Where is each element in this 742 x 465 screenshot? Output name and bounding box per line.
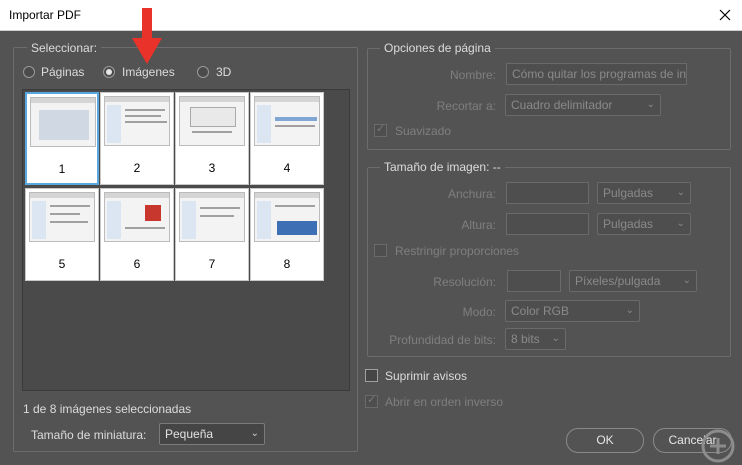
- thumbnail-4[interactable]: 4: [250, 92, 324, 185]
- name-field[interactable]: Cómo quitar los programas de in: [506, 63, 687, 85]
- radio-images-label[interactable]: Imágenes: [122, 65, 175, 79]
- radio-pages-label[interactable]: Páginas: [41, 65, 84, 79]
- thumb-size-value: Pequeña: [165, 427, 214, 441]
- close-button[interactable]: [712, 4, 738, 26]
- suppress-warnings-checkbox[interactable]: [365, 369, 378, 382]
- thumbnail-preview: [104, 192, 170, 242]
- width-unit-select[interactable]: Pulgadas ⌄: [597, 182, 691, 204]
- mode-select[interactable]: Color RGB ⌄: [505, 300, 640, 322]
- suppress-warnings-label[interactable]: Suprimir avisos: [385, 369, 467, 383]
- reverse-order-checkbox[interactable]: [365, 393, 378, 408]
- thumbnail-6[interactable]: 6: [100, 188, 174, 281]
- height-unit-value: Pulgadas: [603, 217, 654, 231]
- antialias-checkbox[interactable]: [374, 122, 387, 137]
- thumbnail-3[interactable]: 3: [175, 92, 249, 185]
- thumb-size-select[interactable]: Pequeña ⌄: [159, 423, 265, 445]
- thumbnail-preview: [179, 96, 245, 146]
- chevron-down-icon: ⌄: [682, 275, 691, 286]
- radio-pages[interactable]: [23, 66, 35, 78]
- width-field[interactable]: [506, 182, 589, 204]
- thumbnail-number: 3: [208, 161, 216, 175]
- radio-images[interactable]: [103, 66, 115, 78]
- chevron-down-icon: ⌄: [250, 428, 259, 439]
- bit-depth-select[interactable]: 8 bits ⌄: [505, 328, 566, 350]
- window-title: Importar PDF: [9, 8, 82, 22]
- constrain-label: Restringir proporciones: [395, 244, 520, 258]
- reverse-order-label: Abrir en orden inverso: [385, 395, 504, 409]
- height-field[interactable]: [506, 213, 589, 235]
- thumbnail-number: 1: [58, 162, 66, 176]
- chevron-down-icon: ⌄: [676, 218, 685, 229]
- resolution-field[interactable]: [507, 270, 561, 292]
- image-size-legend: Tamaño de imagen: --: [380, 160, 505, 174]
- thumbnail-preview: [30, 97, 96, 147]
- bit-depth-label: Profundidad de bits:: [389, 333, 496, 347]
- width-label: Anchura:: [447, 187, 496, 201]
- ok-button[interactable]: OK: [566, 428, 644, 453]
- thumbnail-number: 6: [133, 257, 141, 271]
- name-label: Nombre:: [449, 68, 496, 82]
- resolution-unit-value: Píxeles/pulgada: [575, 274, 661, 288]
- thumbnail-1[interactable]: 1: [25, 92, 99, 185]
- thumbnail-8[interactable]: 8: [250, 188, 324, 281]
- thumbnail-5[interactable]: 5: [25, 188, 99, 281]
- chevron-down-icon: ⌄: [625, 305, 634, 316]
- thumbnail-number: 8: [283, 257, 291, 271]
- chevron-down-icon: ⌄: [646, 99, 655, 110]
- thumb-size-label: Tamaño de miniatura:: [31, 428, 147, 442]
- thumbnail-number: 4: [283, 161, 291, 175]
- thumbnail-2[interactable]: 2: [100, 92, 174, 185]
- height-unit-select[interactable]: Pulgadas ⌄: [597, 213, 691, 235]
- mode-label: Modo:: [462, 305, 496, 319]
- thumbnail-number: 2: [133, 161, 141, 175]
- constrain-checkbox[interactable]: [374, 244, 387, 257]
- plus-logo-icon: [701, 429, 735, 463]
- thumbnail-grid: 1 2 3 4 5 6 7 8: [22, 89, 350, 391]
- bit-depth-value: 8 bits: [511, 332, 540, 346]
- crop-value: Cuadro delimitador: [511, 98, 613, 112]
- mode-value: Color RGB: [511, 304, 570, 318]
- height-label: Altura:: [461, 218, 496, 232]
- thumbnail-7[interactable]: 7: [175, 188, 249, 281]
- radio-3d[interactable]: [197, 66, 209, 78]
- thumbnail-preview: [179, 192, 245, 242]
- thumbnail-number: 5: [58, 257, 66, 271]
- resolution-unit-select[interactable]: Píxeles/pulgada ⌄: [569, 270, 697, 292]
- select-legend: Seleccionar:: [27, 41, 102, 55]
- red-arrow-icon: [132, 8, 162, 64]
- page-options-legend: Opciones de página: [380, 41, 495, 55]
- crop-label: Recortar a:: [436, 99, 496, 113]
- chevron-down-icon: ⌄: [551, 333, 560, 344]
- width-unit-value: Pulgadas: [603, 186, 654, 200]
- thumbnail-preview: [29, 192, 95, 242]
- thumbnail-preview: [254, 192, 320, 242]
- title-bar: Importar PDF: [0, 0, 742, 31]
- radio-3d-label[interactable]: 3D: [216, 65, 231, 79]
- thumbnail-number: 7: [208, 257, 216, 271]
- thumbnail-preview: [254, 96, 320, 146]
- resolution-label: Resolución:: [433, 275, 496, 289]
- close-icon: [719, 9, 731, 21]
- selection-status: 1 de 8 imágenes seleccionadas: [23, 402, 192, 416]
- thumbnail-preview: [104, 96, 170, 146]
- crop-select[interactable]: Cuadro delimitador ⌄: [505, 94, 661, 116]
- antialias-label: Suavizado: [395, 124, 452, 138]
- chevron-down-icon: ⌄: [676, 187, 685, 198]
